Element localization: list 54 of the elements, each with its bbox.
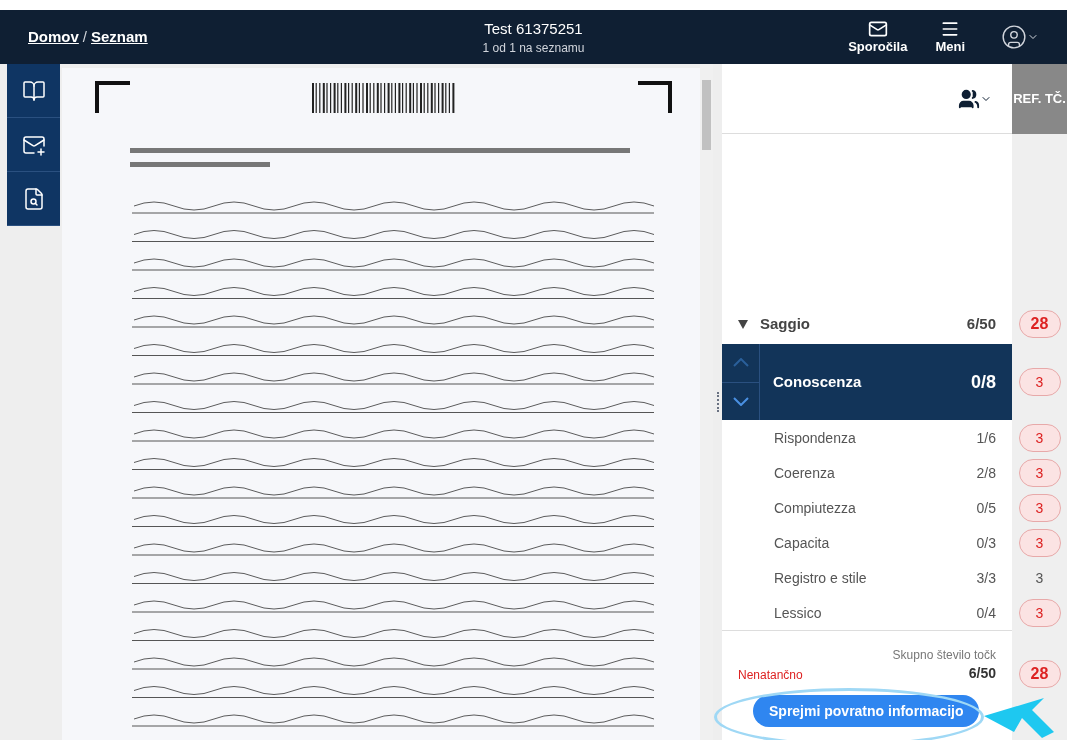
user-icon (1001, 24, 1027, 50)
section-row[interactable]: Saggio 6/50 (722, 304, 1012, 344)
criterion-name: Capacita (774, 533, 830, 553)
score-badge: 3 (1018, 598, 1061, 627)
criterion-row[interactable]: Coerenza 2/8 (722, 455, 1012, 490)
criterion-score: 3/3 (976, 568, 996, 588)
breadcrumb-separator: / (82, 26, 87, 47)
menu-button[interactable]: Meni (935, 18, 965, 56)
score-badge: 3 (1018, 423, 1061, 452)
reviewers-dropdown[interactable] (958, 87, 992, 110)
score-badge: 3 (1018, 528, 1061, 557)
book-icon (21, 78, 46, 103)
criterion-score: 1/6 (976, 428, 996, 448)
criterion-score: 0/8 (970, 371, 996, 394)
total-label: Skupno število točk (892, 647, 996, 663)
criterion-name: Compiutezza (774, 498, 856, 518)
criterion-name: Conoscenza (773, 371, 862, 392)
score-badge: 28 (1018, 310, 1061, 338)
criterion-name: Coerenza (774, 463, 835, 483)
total-score: 6/50 (968, 664, 996, 683)
criterion-score: 0/3 (976, 533, 996, 553)
pointer-arrow-icon (984, 696, 1054, 738)
splitter-handle[interactable] (716, 392, 719, 412)
criterion-row[interactable]: Rispondenza 1/6 (722, 420, 1012, 455)
users-icon (958, 87, 980, 110)
criterion-row[interactable]: Registro e stile 3/3 (722, 560, 1012, 595)
ref-column-header: REF. TČ. (1012, 64, 1067, 134)
score-badge: 3 (1018, 458, 1061, 487)
document-title: Test 61375251 (484, 18, 583, 39)
criterion-name: Lessico (774, 603, 822, 623)
messages-button[interactable]: Sporočila (848, 18, 908, 56)
criterion-row[interactable]: Lessico 0/4 (722, 595, 1012, 630)
criterion-row[interactable]: Compiutezza 0/5 (722, 490, 1012, 525)
criterion-score: 0/5 (976, 498, 996, 518)
criterion-score: 2/8 (976, 463, 996, 483)
score-badge: 3 (1018, 368, 1061, 396)
breadcrumb-link[interactable]: Domov (28, 25, 79, 49)
score-badge: 28 (1018, 660, 1061, 688)
score-badge: 3 (1018, 493, 1061, 522)
accept-feedback-button[interactable]: Sprejmi povratno informacijo (753, 695, 980, 727)
user-menu-button[interactable] (1001, 24, 1039, 50)
breadcrumb-link[interactable]: Seznam (91, 25, 148, 49)
chevron-up-icon (732, 358, 749, 368)
criterion-row-selected[interactable]: Conoscenza 0/8 (722, 344, 1012, 420)
section-score: 6/50 (966, 313, 996, 334)
section-name: Saggio (760, 313, 810, 334)
chevron-down-icon (732, 396, 749, 406)
document-position: 1 od 1 na seznamu (482, 40, 585, 57)
status-text: Nenatančno (738, 667, 803, 683)
criterion-score: 0/4 (976, 603, 996, 623)
criterion-name: Registro e stile (774, 568, 867, 588)
criterion-row[interactable]: Capacita 0/3 (722, 525, 1012, 560)
score-value: 3 (1035, 568, 1044, 588)
criterion-name: Rispondenza (774, 428, 856, 448)
